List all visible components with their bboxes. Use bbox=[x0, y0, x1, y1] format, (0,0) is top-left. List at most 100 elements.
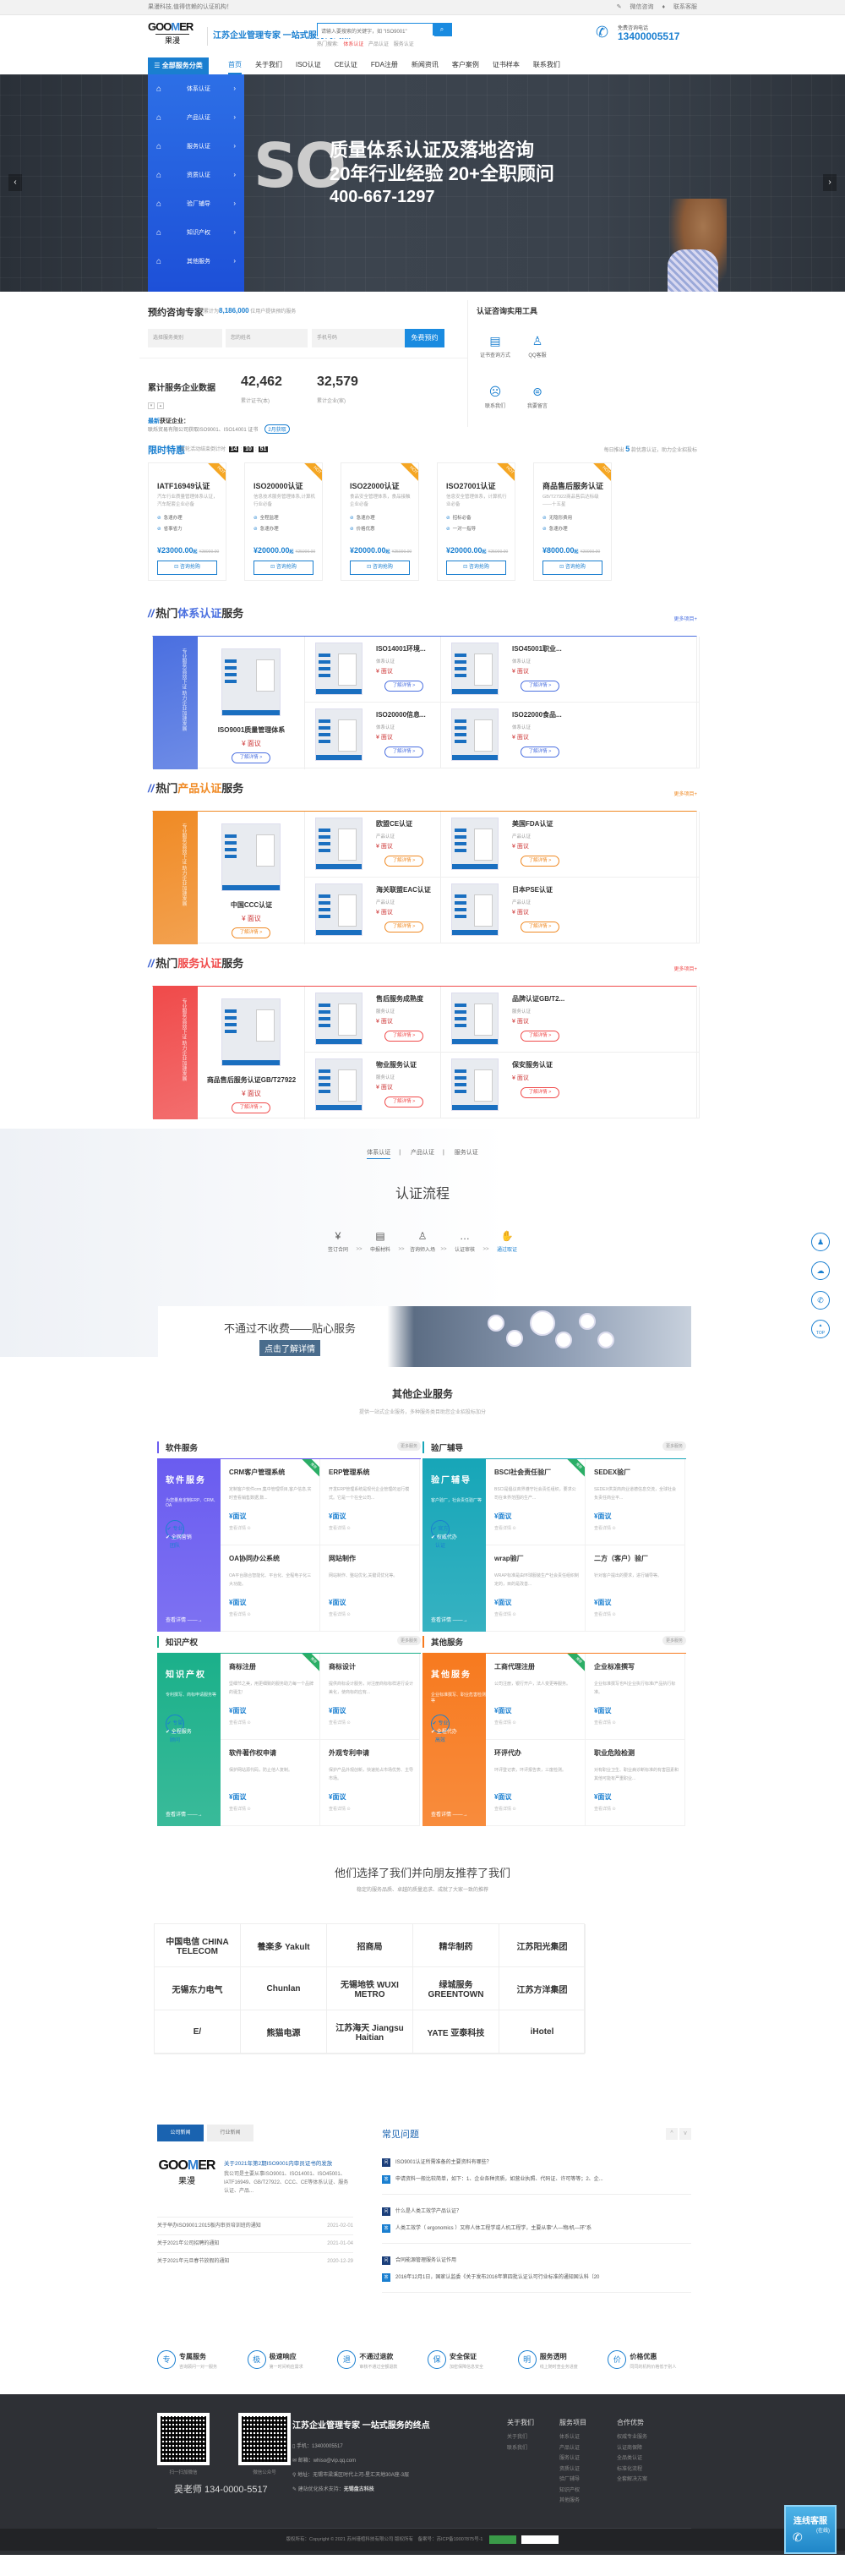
footer-link[interactable]: 其他服务 bbox=[559, 2496, 586, 2507]
stats-down-button[interactable]: ▾ bbox=[148, 402, 155, 409]
news-item[interactable]: 关于举办ISO9001:2015板内审员培训班的通知 2021-02-01 bbox=[157, 2217, 353, 2234]
learn-more-button[interactable]: 了解详情 > bbox=[521, 922, 559, 933]
tool-contact-us[interactable]: ☹ 联系我们 bbox=[478, 385, 512, 409]
footer-link[interactable]: 标准化流程 bbox=[617, 2464, 647, 2475]
more-projects-link[interactable]: 更多项目+ bbox=[673, 965, 697, 972]
service-item[interactable]: 企业标准撰写 企业标准撰写也叫企业执行标准/产品执行标准。 ¥面议 查看详情 ⊙ bbox=[586, 1654, 685, 1740]
learn-more-button[interactable]: 点击了解详情 bbox=[259, 1340, 320, 1356]
faq-item[interactable]: 问合同能源管理服务认证作用 答 2016年12月1日，国家认监委《关于发布2016… bbox=[382, 2256, 691, 2293]
no-pass-no-fee-banner[interactable]: 不通过不收费——贴心服务 点击了解详情 bbox=[158, 1306, 691, 1367]
nav-contact[interactable]: 联系我们 bbox=[533, 57, 560, 74]
stats-up-button[interactable]: ▴ bbox=[157, 402, 164, 409]
view-details-link[interactable]: 查看详情 ⊙ bbox=[329, 1611, 351, 1617]
learn-more-button[interactable]: 了解详情 > bbox=[232, 1102, 270, 1113]
category-menu-item[interactable]: ⌂ 体系认证 › bbox=[148, 74, 244, 103]
logo[interactable]: GOOMER 果漫 bbox=[148, 20, 197, 52]
service-item[interactable]: ERP管理系统 开发ERP管理系统是现代企业管理的运行模式。它是一个在全公司...… bbox=[320, 1459, 420, 1545]
footer-link[interactable]: 体系认证 bbox=[559, 2432, 586, 2443]
process-tab[interactable]: 产品认证 bbox=[411, 1150, 434, 1156]
name-input[interactable]: 您的姓名 bbox=[226, 329, 308, 347]
footer-link[interactable]: 资质认证 bbox=[559, 2464, 586, 2475]
learn-more-button[interactable]: 了解详情 > bbox=[384, 681, 423, 692]
nav-samples[interactable]: 证书样本 bbox=[493, 57, 520, 74]
more-services-button[interactable]: 更多服务 bbox=[662, 1636, 686, 1645]
product-item[interactable]: 物业服务认证 服务认证 ¥ 面议 了解详情 > bbox=[305, 1053, 441, 1118]
footer-link[interactable]: 知识产权 bbox=[559, 2486, 586, 2497]
service-feature-panel[interactable]: 验厂辅导 客户验厂，社会责任验厂等 ✔ 官方认证 ✔ 权威代办 查看详情 ——→ bbox=[422, 1459, 486, 1632]
product-item[interactable]: ISO45001职业... 体系认证 ¥ 面议 了解详情 > bbox=[441, 637, 700, 703]
consult-buy-button[interactable]: ⊡ 咨询抢购 bbox=[254, 561, 313, 575]
view-details-link[interactable]: 查看详情 ⊙ bbox=[329, 1525, 351, 1531]
online-service-button[interactable]: 连线客服 (在线) ✆ bbox=[784, 2505, 837, 2554]
phone-float-button[interactable]: ✆ bbox=[811, 1291, 830, 1310]
learn-more-button[interactable]: 了解详情 > bbox=[521, 747, 559, 757]
view-details-link[interactable]: 查看详情 ⊙ bbox=[329, 1806, 351, 1812]
news-item[interactable]: 关于2021年公司招聘的通知 2021-01-04 bbox=[157, 2234, 353, 2252]
phone-input[interactable]: 手机号码 bbox=[312, 329, 405, 347]
product-item[interactable]: 日本PSE认证 产品认证 ¥ 面议 了解详情 > bbox=[441, 878, 700, 943]
tool-qq-service[interactable]: ♙ QQ客服 bbox=[521, 334, 554, 358]
nav-about[interactable]: 关于我们 bbox=[255, 57, 282, 74]
service-item[interactable]: 推荐 BSCI社会责任验厂 BSCI是倡议商界遵守社会责任组织，要求公司在世界范围… bbox=[486, 1459, 586, 1545]
tab-company-news[interactable]: 公司新闻 bbox=[157, 2125, 204, 2141]
all-categories-button[interactable]: ☰ 全部服务分类 bbox=[148, 57, 209, 74]
learn-more-button[interactable]: 了解详情 > bbox=[521, 1031, 559, 1042]
news-featured-image[interactable]: GOOMER 果漫 bbox=[157, 2158, 216, 2213]
category-menu-item[interactable]: ⌂ 知识产权 › bbox=[148, 218, 244, 247]
product-item[interactable]: ISO22000食品... 体系认证 ¥ 面议 了解详情 > bbox=[441, 703, 700, 768]
service-item[interactable]: OA协同办公系统 OA平台融合智能化、平台化、全程电子化三大功能。 ¥面议 查看详情… bbox=[221, 1545, 320, 1632]
learn-more-button[interactable]: 了解详情 > bbox=[232, 927, 270, 938]
search-input[interactable] bbox=[318, 26, 434, 38]
category-menu-item[interactable]: ⌂ 服务认证 › bbox=[148, 132, 244, 161]
search-button[interactable]: ⌕ bbox=[433, 24, 451, 36]
faq-item[interactable]: 问 ISO9001认证所需准备的主要资料有哪些？ 答申请资料一般比较简单，如下：1… bbox=[382, 2158, 691, 2195]
learn-more-button[interactable]: 了解详情 > bbox=[521, 1087, 559, 1098]
faq-down-button[interactable]: v bbox=[679, 2128, 691, 2140]
banner-next-arrow[interactable]: › bbox=[823, 174, 837, 191]
view-details-link[interactable]: 查看详情 ⊙ bbox=[494, 1720, 516, 1726]
consult-buy-button[interactable]: ⊡ 咨询抢购 bbox=[350, 561, 410, 575]
category-menu-item[interactable]: ⌂ 产品认证 › bbox=[148, 103, 244, 132]
service-item[interactable]: 环评代办 环评登记表，环评报告表，三废检测。 ¥面议 查看详情 ⊙ bbox=[486, 1740, 586, 1826]
service-item[interactable]: 二方（客户）验厂 针对客户提出的要求，进行辅导等。 ¥面议 查看详情 ⊙ bbox=[586, 1545, 685, 1632]
view-details-link[interactable]: 查看详情 ⊙ bbox=[494, 1525, 516, 1531]
more-services-button[interactable]: 更多服务 bbox=[662, 1441, 686, 1451]
consult-buy-button[interactable]: ⊡ 咨询抢购 bbox=[542, 561, 602, 575]
service-category-select[interactable]: 选择服务类别 bbox=[148, 329, 222, 347]
tool-leave-message[interactable]: ⊜ 我要留言 bbox=[521, 385, 554, 409]
category-menu-item[interactable]: ⌂ 资质认证 › bbox=[148, 161, 244, 189]
service-feature-panel[interactable]: 软件服务 为您量身定制ERP、CRM、OA ✔ 专业团队 ✔ 全网营销 查看详情 … bbox=[157, 1459, 221, 1632]
nav-ce[interactable]: CE认证 bbox=[335, 57, 357, 74]
footer-link[interactable]: 权威专业服务 bbox=[617, 2432, 647, 2443]
nav-cases[interactable]: 客户案例 bbox=[452, 57, 479, 74]
service-item[interactable]: 推荐 商标注册 坚细节之美，用更细致的服务助力每一个品牌的诞生! ¥面议 查看详情 … bbox=[221, 1654, 320, 1740]
faq-item[interactable]: 问什么是人类工效学产品认证？ 答人类工效学（ ergonomics ）又称人体工… bbox=[382, 2207, 691, 2244]
service-item[interactable]: 推荐 工商代理注册 公司注册，银行开户，法人变更等服务。 ¥面议 查看详情 ⊙ bbox=[486, 1654, 586, 1740]
service-item[interactable]: 网站制作 网站制作、整站优化,关键词优化等。 ¥面议 查看详情 ⊙ bbox=[320, 1545, 420, 1632]
footer-link[interactable]: 全套解决方案 bbox=[617, 2475, 647, 2486]
service-item[interactable]: 商标设计 提供商标设计服务，对注册商标标样进行设计美化，使商标的应有... ¥面议… bbox=[320, 1654, 420, 1740]
featured-product[interactable]: ISO9001质量管理体系 ¥ 面议 了解详情 > bbox=[198, 637, 305, 769]
consult-buy-button[interactable]: ⊡ 咨询抢购 bbox=[446, 561, 506, 575]
banner-prev-arrow[interactable]: ‹ bbox=[8, 174, 22, 191]
hero-banner[interactable]: ⌂ 体系认证 › ⌂ 产品认证 › ⌂ 服务认证 › ⌂ 资质认证 › ⌂ 验厂辅导 › ⌂ 知识产权 › ⌂ 其他服… bbox=[0, 74, 845, 292]
footer-link[interactable]: 关于我们 bbox=[507, 2432, 534, 2443]
view-details-link[interactable]: 查看详情 ⊙ bbox=[229, 1720, 251, 1726]
more-services-button[interactable]: 更多服务 bbox=[396, 1636, 421, 1645]
hot-link[interactable]: 服务认证 bbox=[394, 42, 414, 47]
learn-more-button[interactable]: 了解详情 > bbox=[521, 681, 559, 692]
learn-more-button[interactable]: 了解详情 > bbox=[384, 922, 423, 933]
product-item[interactable]: 海关联盟EAC认证 产品认证 ¥ 面议 了解详情 > bbox=[305, 878, 441, 943]
service-item[interactable]: 软件著作权申请 保护网站源代码，防止他人复制。 ¥面议 查看详情 ⊙ bbox=[221, 1740, 320, 1826]
footer-link[interactable]: 联系我们 bbox=[507, 2443, 534, 2454]
news-item[interactable]: 关于2021年元旦春节放假的通知 2020-12-29 bbox=[157, 2252, 353, 2270]
service-item[interactable]: 推荐 CRM客户管理系统 定制客户软件crm,集中管理项目,客户信息,实时查看销售… bbox=[221, 1459, 320, 1545]
contact-service-link[interactable]: ♦ 联系客服 bbox=[662, 4, 697, 10]
featured-product[interactable]: 商品售后服务认证GB/T27922 ¥ 面议 了解详情 > bbox=[198, 987, 305, 1119]
back-to-top-button[interactable]: ▲ TOP bbox=[811, 1320, 830, 1338]
learn-more-button[interactable]: 了解详情 > bbox=[232, 752, 270, 763]
view-details-link[interactable]: 查看详情 ⊙ bbox=[229, 1525, 251, 1531]
service-item[interactable]: 职业危险检测 对有职业卫生、职业病诊断标准的有害因素和其他可能有严重职业... ¥… bbox=[586, 1740, 685, 1826]
wechat-float-button[interactable]: ☁ bbox=[811, 1261, 830, 1280]
view-details-link[interactable]: 查看详情 ⊙ bbox=[494, 1806, 516, 1812]
